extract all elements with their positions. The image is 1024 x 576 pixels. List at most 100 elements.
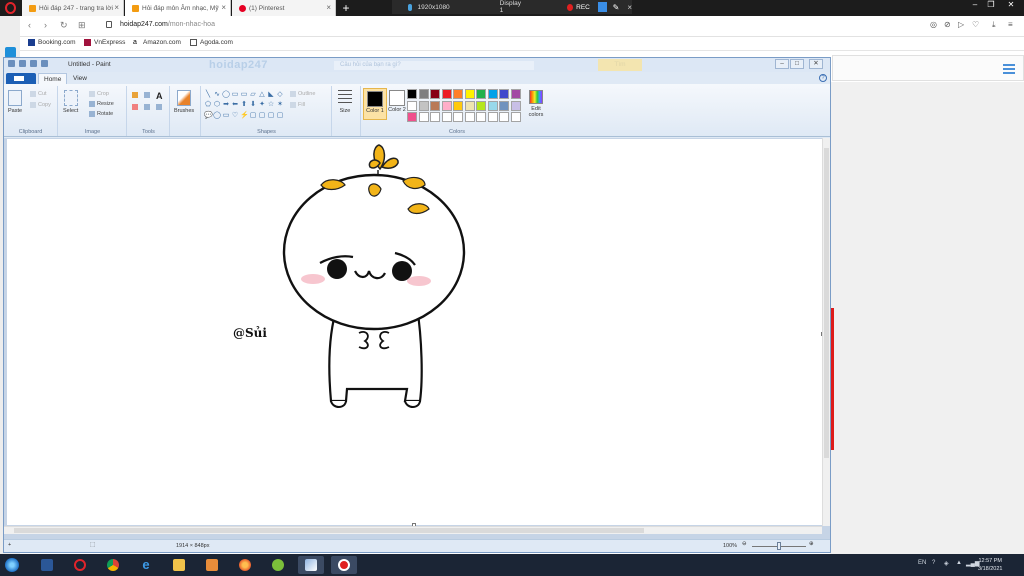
save-icon[interactable] xyxy=(19,60,26,67)
file-menu-button[interactable] xyxy=(6,73,36,84)
palette-swatch[interactable] xyxy=(441,100,452,111)
cut-button[interactable]: Cut xyxy=(30,91,47,97)
palette-swatch[interactable] xyxy=(499,100,509,111)
fill-button[interactable]: Fill xyxy=(290,102,305,108)
close-tab-icon[interactable]: × xyxy=(326,3,331,12)
close-tab-icon[interactable]: × xyxy=(221,3,226,12)
adblock-icon[interactable]: ⊘ xyxy=(944,20,951,29)
taskbar-opera[interactable] xyxy=(67,556,93,574)
download-icon[interactable]: ⤓ xyxy=(992,20,996,30)
reload-icon[interactable]: ↻ xyxy=(60,20,68,31)
recorder-close-icon[interactable]: × xyxy=(627,3,632,12)
bookmark-vnexpress[interactable]: VnExpress xyxy=(84,39,125,46)
drawing-canvas[interactable]: @Sủi xyxy=(7,139,825,527)
palette-swatch[interactable] xyxy=(499,112,509,122)
microphone-icon[interactable] xyxy=(408,3,412,11)
taskbar-app[interactable] xyxy=(265,556,291,574)
play-icon[interactable]: ▷ xyxy=(958,20,964,29)
taskbar-firefox[interactable] xyxy=(232,556,258,574)
tab-home[interactable]: Home xyxy=(38,73,68,84)
record-label[interactable]: REC xyxy=(576,4,590,11)
palette-swatch[interactable] xyxy=(510,89,521,99)
brushes-button[interactable]: Brushes xyxy=(174,90,194,114)
taskbar-media[interactable] xyxy=(199,556,225,574)
shield-tray-icon[interactable]: ◈ xyxy=(944,560,949,567)
pencil-tool[interactable] xyxy=(132,92,138,98)
fill-tool[interactable] xyxy=(144,92,150,98)
url-field[interactable]: hoidap247.com/mon-nhac-hoa xyxy=(120,21,215,28)
hamburger-icon[interactable] xyxy=(1003,64,1015,66)
copy-button[interactable]: Copy xyxy=(30,102,51,108)
color-picker-tool[interactable] xyxy=(144,104,150,110)
recorder-display[interactable]: Display 1 xyxy=(500,0,523,14)
heart-icon[interactable]: ♡ xyxy=(972,20,979,29)
palette-swatch[interactable] xyxy=(510,112,521,122)
select-button[interactable]: Select xyxy=(63,90,78,114)
palette-swatch[interactable] xyxy=(487,112,498,122)
palette-swatch[interactable] xyxy=(453,112,463,122)
help-icon[interactable]: ? xyxy=(819,74,827,82)
palette-swatch[interactable] xyxy=(499,89,509,99)
horizontal-scroll-thumb[interactable] xyxy=(14,528,644,533)
palette-swatch[interactable] xyxy=(453,100,463,111)
taskbar-recorder[interactable] xyxy=(331,556,357,574)
taskbar-explorer[interactable] xyxy=(166,556,192,574)
paint-maximize-icon[interactable]: □ xyxy=(790,59,804,69)
menu-icon[interactable]: ≡ xyxy=(1008,20,1013,29)
palette-swatch[interactable] xyxy=(418,112,429,122)
palette-swatch[interactable] xyxy=(418,100,429,111)
taskbar-ie[interactable]: e xyxy=(133,556,159,574)
palette-swatch[interactable] xyxy=(487,89,498,99)
taskbar-word[interactable] xyxy=(34,556,60,574)
color1-button[interactable]: Color 1 xyxy=(363,88,387,120)
palette-swatch[interactable] xyxy=(487,100,498,111)
palette-swatch[interactable] xyxy=(441,112,452,122)
bookmark-agoda[interactable]: Agoda.com xyxy=(190,39,233,46)
palette-swatch[interactable] xyxy=(476,112,486,122)
shapes-gallery[interactable]: ╲ ∿ ◯ ▭ ▭ ▱ △ ◣ ◇ ⬠ ⬡ ➡ ⬅ ⬆ ⬇ ✦ ☆ ✶ 💬 ◯ ▭ ♡ ⚡ ▢ ▢ ▢ ▢ xyxy=(204,91,286,121)
new-tab-button[interactable]: + xyxy=(340,0,352,16)
undo-icon[interactable] xyxy=(30,60,37,67)
bookmark-booking[interactable]: Booking.com xyxy=(28,39,76,46)
zoom-in-icon[interactable]: ⊕ xyxy=(809,541,814,547)
color2-button[interactable]: Color 2 xyxy=(385,88,409,120)
speed-dial-icon[interactable]: ⊞ xyxy=(78,20,86,31)
taskbar-paint[interactable] xyxy=(298,556,324,574)
minimize-icon[interactable]: – xyxy=(968,0,982,10)
palette-swatch[interactable] xyxy=(441,89,452,99)
palette-swatch[interactable] xyxy=(407,100,417,111)
tab-hoidap-music[interactable]: Hỏi đáp môn Âm nhạc, Mỹ × xyxy=(125,0,231,16)
pen-icon[interactable]: ✎ xyxy=(613,3,620,12)
palette-swatch[interactable] xyxy=(430,89,440,99)
crop-button[interactable]: Crop xyxy=(89,91,109,97)
tab-hoidap-home[interactable]: Hỏi đáp 247 - trang tra lời × xyxy=(22,0,124,16)
palette-swatch[interactable] xyxy=(407,89,417,99)
restore-icon[interactable]: ❐ xyxy=(984,0,998,10)
rotate-button[interactable]: Rotate xyxy=(89,111,113,117)
paint-minimize-icon[interactable]: – xyxy=(775,59,789,69)
back-icon[interactable]: ‹ xyxy=(28,20,31,30)
show-hidden-icons[interactable]: ▲ xyxy=(956,560,962,566)
close-tab-icon[interactable]: × xyxy=(114,3,119,12)
palette-swatch[interactable] xyxy=(476,100,486,111)
paint-app-icon[interactable] xyxy=(8,60,15,67)
bookmark-amazon[interactable]: a Amazon.com xyxy=(133,39,181,46)
palette-swatch[interactable] xyxy=(418,89,429,99)
palette-swatch[interactable] xyxy=(464,100,475,111)
redo-icon[interactable] xyxy=(41,60,48,67)
size-button[interactable]: Size xyxy=(338,90,352,114)
help-tray-icon[interactable]: ? xyxy=(932,560,935,566)
magnifier-tool[interactable] xyxy=(156,104,162,110)
palette-swatch[interactable] xyxy=(464,89,475,99)
text-tool[interactable]: A xyxy=(156,91,163,101)
record-dot-icon[interactable] xyxy=(567,3,574,11)
horizontal-scrollbar[interactable] xyxy=(4,526,822,534)
vertical-scrollbar[interactable] xyxy=(822,138,830,526)
taskbar-chrome[interactable] xyxy=(100,556,126,574)
close-window-icon[interactable]: ✕ xyxy=(1004,0,1018,10)
palette-swatch[interactable] xyxy=(407,112,417,122)
outline-button[interactable]: Outline xyxy=(290,91,315,97)
recorder-resolution[interactable]: 1920x1080 xyxy=(418,4,450,11)
system-clock[interactable]: 12:57 PM 3/18/2021 xyxy=(978,557,1002,573)
paint-close-icon[interactable]: ✕ xyxy=(809,59,823,69)
